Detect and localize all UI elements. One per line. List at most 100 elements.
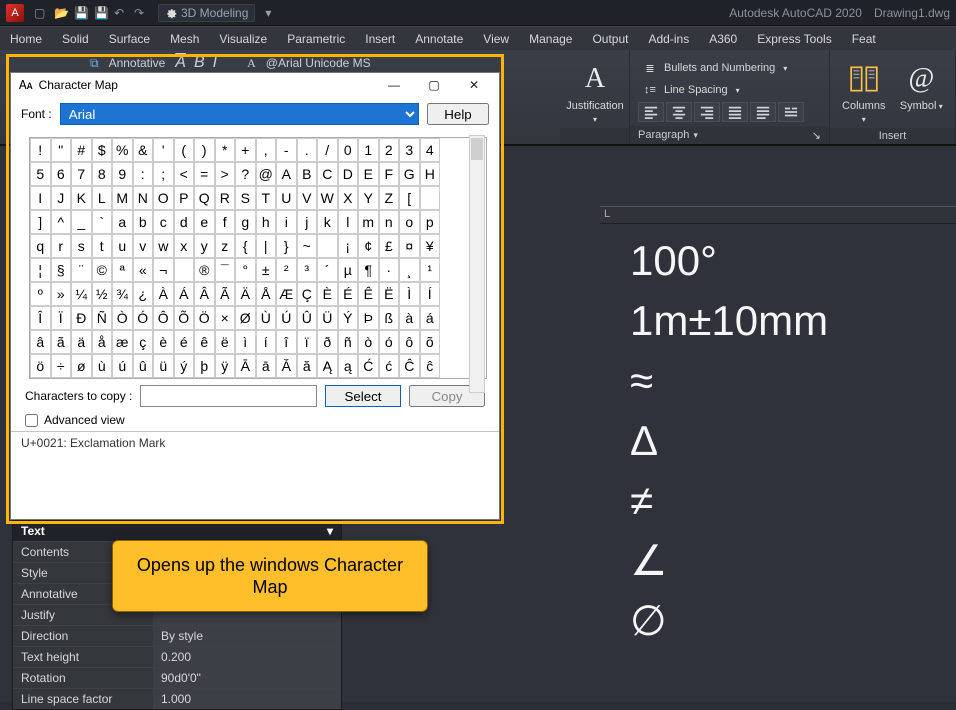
new-icon[interactable]: ▢ [34,6,48,20]
char-cell[interactable]: Z [379,186,400,210]
char-cell[interactable]: Ā [235,354,256,378]
char-cell[interactable]: Ê [358,282,379,306]
char-cell[interactable]: P [174,186,195,210]
char-cell[interactable]: ' [153,138,174,162]
char-cell[interactable]: ³ [297,258,318,282]
undo-icon[interactable]: ↶ [114,6,128,20]
char-cell[interactable]: L [92,186,113,210]
tab-visualize[interactable]: Visualize [209,27,277,50]
character-grid[interactable]: !"#$%&'()*+,-./0123456789:;<=>?@ABCDEFGH… [29,137,487,379]
char-cell[interactable]: b [133,210,154,234]
char-cell[interactable]: v [133,234,154,258]
char-cell[interactable]: " [51,138,72,162]
char-cell[interactable]: Ë [379,282,400,306]
char-cell[interactable]: Á [174,282,195,306]
char-cell[interactable]: Ô [153,306,174,330]
char-cell[interactable]: 2 [379,138,400,162]
align-justify-button[interactable] [722,102,748,122]
char-cell[interactable]: Ð [71,306,92,330]
char-cell[interactable]: × [215,306,236,330]
char-cell[interactable]: Ü [317,306,338,330]
char-cell[interactable]: * [215,138,236,162]
char-cell[interactable]: . [297,138,318,162]
char-cell[interactable]: N [133,186,154,210]
char-cell[interactable]: q [30,234,51,258]
char-cell[interactable]: ª [112,258,133,282]
char-cell[interactable]: ê [194,330,215,354]
char-cell[interactable]: 3 [399,138,420,162]
char-cell[interactable]: I [30,186,51,210]
save-icon[interactable]: 💾 [74,6,88,20]
char-cell[interactable]: Ć [358,354,379,378]
char-cell[interactable]: Í [420,282,441,306]
char-cell[interactable]: ^ [51,210,72,234]
property-value[interactable]: 90d0'0" [153,668,341,689]
align-center-button[interactable] [666,102,692,122]
char-cell[interactable]: D [338,162,359,186]
char-cell[interactable]: æ [112,330,133,354]
char-cell[interactable]: M [112,186,133,210]
char-cell[interactable]: h [256,210,277,234]
char-cell[interactable]: ì [235,330,256,354]
char-cell[interactable]: x [174,234,195,258]
char-cell[interactable]: 0 [338,138,359,162]
char-cell[interactable]: ö [30,354,51,378]
char-cell[interactable] [317,234,338,258]
char-cell[interactable]: Y [358,186,379,210]
char-cell[interactable]: Å [256,282,277,306]
char-cell[interactable]: p [420,210,441,234]
char-cell[interactable]: ¸ [399,258,420,282]
char-cell[interactable]: A [276,162,297,186]
char-cell[interactable]: ç [133,330,154,354]
char-cell[interactable]: ? [235,162,256,186]
mtext-line[interactable]: ≈ [630,351,828,411]
char-cell[interactable]: « [133,258,154,282]
char-cell[interactable]: > [215,162,236,186]
symbol-button[interactable]: @ Symbol [896,58,948,115]
char-cell[interactable]: ! [30,138,51,162]
annotative-icon[interactable]: ⧉ [90,56,99,71]
justification-button[interactable]: A Justification [568,58,622,128]
char-cell[interactable]: Ú [276,306,297,330]
char-cell[interactable]: 8 [92,162,113,186]
property-value[interactable]: 1.000 [153,689,341,710]
char-cell[interactable]: ; [153,162,174,186]
char-cell[interactable]: Ã [215,282,236,306]
char-cell[interactable]: É [338,282,359,306]
char-cell[interactable]: t [92,234,113,258]
char-cell[interactable]: í [256,330,277,354]
tab-parametric[interactable]: Parametric [277,27,355,50]
app-logo[interactable]: A [6,4,24,22]
char-cell[interactable]: $ [92,138,113,162]
char-cell[interactable]: ] [30,210,51,234]
mtext-ruler[interactable]: L [600,206,956,224]
char-cell[interactable]: } [276,234,297,258]
char-cell[interactable]: : [133,162,154,186]
char-cell[interactable]: î [276,330,297,354]
char-cell[interactable]: / [317,138,338,162]
line-spacing-button[interactable]: ↕≡Line Spacing ▾ [638,80,804,100]
char-cell[interactable]: é [174,330,195,354]
char-cell[interactable]: # [71,138,92,162]
char-cell[interactable]: ò [358,330,379,354]
char-cell[interactable]: Æ [276,282,297,306]
char-cell[interactable]: ` [92,210,113,234]
char-cell[interactable]: µ [338,258,359,282]
char-cell[interactable]: 6 [51,162,72,186]
columns-button[interactable]: Columns [838,58,890,128]
char-cell[interactable]: ÿ [215,354,236,378]
close-button[interactable]: ✕ [457,75,491,95]
char-cell[interactable]: Ì [399,282,420,306]
char-cell[interactable]: ð [317,330,338,354]
char-cell[interactable]: Ï [51,306,72,330]
char-cell[interactable]: ¡ [338,234,359,258]
char-cell[interactable]: @ [256,162,277,186]
chars-to-copy-field[interactable] [140,385,317,407]
char-cell[interactable]: n [379,210,400,234]
char-cell[interactable]: O [153,186,174,210]
char-cell[interactable]: y [194,234,215,258]
char-cell[interactable]: m [358,210,379,234]
char-cell[interactable]: K [71,186,92,210]
char-cell[interactable]: À [153,282,174,306]
char-cell[interactable]: ą [338,354,359,378]
